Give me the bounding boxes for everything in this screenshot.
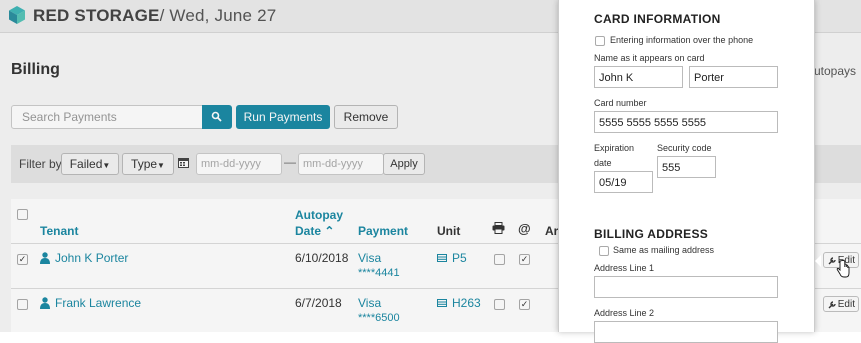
first-name-input[interactable]: John K (594, 66, 683, 88)
billing-address-title: BILLING ADDRESS (594, 227, 709, 241)
address-line-1-label: Address Line 1 (594, 263, 655, 273)
same-as-mailing-label: Same as mailing address (613, 245, 715, 255)
card-number-input[interactable]: 5555 5555 5555 5555 (594, 111, 778, 133)
address-line-2-input[interactable] (594, 321, 778, 343)
phone-entry-checkbox[interactable] (595, 36, 605, 46)
security-code-input[interactable]: 555 (657, 156, 716, 178)
card-number-label: Card number (594, 98, 647, 108)
expiration-label: Expiration (594, 143, 635, 153)
name-on-card-label: Name as it appears on card (594, 53, 705, 63)
card-information-title: CARD INFORMATION (594, 12, 721, 26)
wrench-icon (828, 301, 836, 309)
address-line-2-label: Address Line 2 (594, 308, 655, 318)
address-line-1-input[interactable] (594, 276, 778, 298)
last-name-input[interactable]: Porter (689, 66, 778, 88)
same-as-mailing-checkbox[interactable] (599, 246, 609, 256)
wrench-icon (828, 257, 836, 265)
expiration-input[interactable]: 05/19 (594, 171, 653, 193)
hand-cursor-icon (836, 260, 850, 278)
expiration-label-date: date (594, 158, 612, 168)
modal-pointer (815, 255, 821, 267)
card-info-modal: CARD INFORMATION Entering information ov… (558, 0, 815, 343)
phone-entry-label: Entering information over the phone (610, 35, 754, 45)
security-code-label: Security code (657, 143, 712, 153)
edit-label: Edit (837, 299, 855, 310)
edit-button[interactable]: Edit (823, 296, 859, 312)
